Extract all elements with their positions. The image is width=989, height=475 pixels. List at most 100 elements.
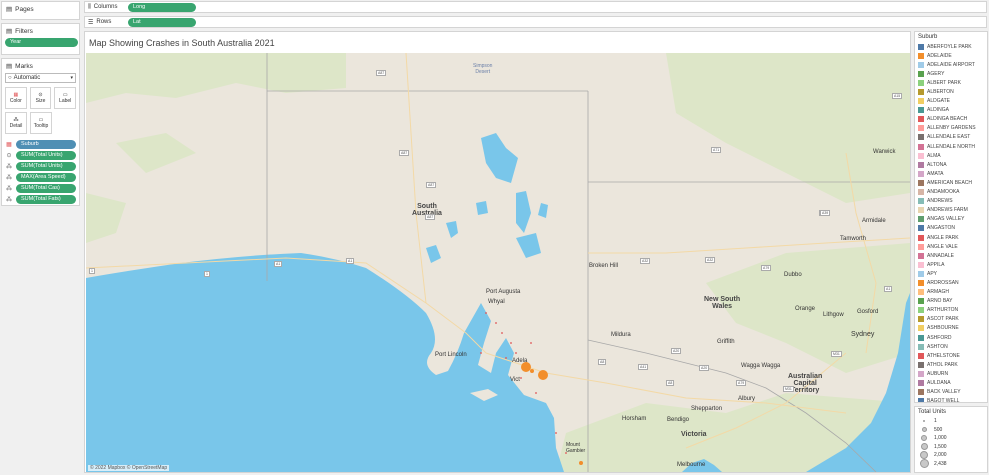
- size-legend-label: 2,438: [934, 460, 947, 467]
- legend-item-label: ARMAGH: [927, 289, 949, 296]
- color-legend-list: ABERFOYLE PARK ADELAIDE ADELAIDE AIRPORT AG…: [918, 42, 984, 402]
- label-simpson-desert: Simpson Desert: [473, 63, 493, 75]
- legend-item[interactable]: ALLENDALE EAST: [918, 133, 984, 142]
- field-pill-total-cas[interactable]: SUM(Total Cas): [16, 184, 76, 193]
- size-legend[interactable]: Total Units 1 500 1,000 1,500 2,000 2,438: [914, 406, 988, 473]
- legend-item[interactable]: ANGLE PARK: [918, 233, 984, 242]
- road-shield: A71: [711, 147, 722, 153]
- legend-item-label: ALLENDALE NORTH: [927, 143, 975, 150]
- legend-item[interactable]: APPILA: [918, 260, 984, 269]
- color-label: Color: [9, 98, 22, 104]
- label-new-south-wales: New South Wales: [704, 296, 741, 310]
- legend-item-label: ASHBOURNE: [927, 325, 959, 332]
- size-legend-title: Total Units: [918, 409, 947, 415]
- legend-item[interactable]: AMATA: [918, 169, 984, 178]
- rows-shelf[interactable]: ☰ Rows Lat: [84, 16, 987, 28]
- road-shield: M31: [831, 351, 842, 357]
- legend-swatch: [918, 161, 924, 168]
- crash-marks: [480, 312, 583, 465]
- columns-shelf[interactable]: ⫼ Columns Long: [84, 1, 987, 13]
- legend-item-label: BACK VALLEY: [927, 389, 961, 396]
- crash-mark-large: [538, 370, 548, 380]
- map[interactable]: Simpson Desert South Australia New South…: [86, 53, 910, 472]
- label-albury: Albury: [738, 396, 756, 402]
- legend-item[interactable]: ADELAIDE AIRPORT: [918, 60, 984, 69]
- field-pill-area-speed[interactable]: MAX(Area Speed): [16, 173, 76, 182]
- label-melbourne: Melbourne: [677, 462, 706, 468]
- legend-item[interactable]: ALLENDALE NORTH: [918, 142, 984, 151]
- legend-item[interactable]: ALLENBY GARDENS: [918, 124, 984, 133]
- marks-card: ▤ Marks ○ Automatic ▾ ▦ Color ⊙ Size ▭ Label…: [1, 58, 80, 206]
- road-shield: A1: [346, 258, 355, 264]
- legend-item[interactable]: ANGAS VALLEY: [918, 215, 984, 224]
- crash-mark: [520, 377, 522, 379]
- crash-mark: [510, 342, 512, 344]
- detail-button[interactable]: ⁂ Detail: [5, 112, 27, 134]
- color-button[interactable]: ▦ Color: [5, 87, 27, 109]
- legend-item[interactable]: ARTHURTON: [918, 306, 984, 315]
- label-wagga-wagga: Wagga Wagga: [741, 363, 781, 369]
- legend-item[interactable]: ALBERT PARK: [918, 78, 984, 87]
- legend-swatch: [918, 352, 924, 359]
- legend-item[interactable]: BACK VALLEY: [918, 388, 984, 397]
- legend-item[interactable]: APY: [918, 269, 984, 278]
- legend-item[interactable]: ATHELSTONE: [918, 351, 984, 360]
- size-legend-circle: [920, 443, 928, 451]
- columns-pill-long[interactable]: Long: [128, 2, 196, 12]
- label-bendigo: Bendigo: [667, 417, 690, 423]
- legend-item[interactable]: ARNO BAY: [918, 297, 984, 306]
- tooltip-label: Tooltip: [33, 123, 49, 129]
- marks-title: Marks: [15, 62, 33, 70]
- legend-item[interactable]: ARDROSSAN: [918, 278, 984, 287]
- legend-item[interactable]: ASHFORD: [918, 333, 984, 342]
- legend-item[interactable]: BAGOT WELL: [918, 397, 984, 402]
- road-shield: A1: [884, 286, 893, 292]
- field-pill-total-units-size[interactable]: SUM(Total Units): [16, 151, 76, 160]
- legend-item[interactable]: ATHOL PARK: [918, 360, 984, 369]
- legend-item[interactable]: ALMA: [918, 151, 984, 160]
- legend-item[interactable]: AUBURN: [918, 369, 984, 378]
- legend-item[interactable]: ALDGATE: [918, 97, 984, 106]
- legend-item[interactable]: ASHBOURNE: [918, 324, 984, 333]
- mark-type-dropdown[interactable]: ○ Automatic ▾: [5, 73, 76, 83]
- legend-item[interactable]: AMERICAN BEACH: [918, 178, 984, 187]
- legend-item[interactable]: ANDREWS FARM: [918, 206, 984, 215]
- filter-pill-year[interactable]: Year: [5, 38, 78, 47]
- road-shield: M31: [783, 386, 794, 392]
- field-pill-total-units[interactable]: SUM(Total Units): [16, 162, 76, 171]
- legend-item[interactable]: AGERY: [918, 69, 984, 78]
- legend-item[interactable]: ANDREWS: [918, 197, 984, 206]
- legend-item[interactable]: ALDINGA BEACH: [918, 115, 984, 124]
- mark-type-value: Automatic: [13, 75, 41, 81]
- legend-item-label: ANGLE VALE: [927, 243, 958, 250]
- legend-item[interactable]: ARMAGH: [918, 288, 984, 297]
- legend-item[interactable]: ANNADALE: [918, 251, 984, 260]
- label-mildura: Mildura: [611, 332, 631, 338]
- field-pill-suburb[interactable]: Suburb: [16, 140, 76, 149]
- road-shield: A15: [892, 93, 903, 99]
- legend-item[interactable]: AULDANA: [918, 378, 984, 387]
- field-pill-total-fats[interactable]: SUM(Total Fats): [16, 195, 76, 204]
- legend-swatch: [918, 234, 924, 241]
- color-legend[interactable]: Suburb ABERFOYLE PARK ADELAIDE ADELAIDE AI…: [914, 31, 988, 403]
- size-button[interactable]: ⊙ Size: [29, 87, 52, 109]
- rows-pill-lat[interactable]: Lat: [128, 17, 196, 27]
- tooltip-button[interactable]: ▭ Tooltip: [30, 112, 52, 134]
- legend-item[interactable]: ALBERTON: [918, 87, 984, 96]
- legend-item[interactable]: ANGLE VALE: [918, 242, 984, 251]
- legend-swatch: [918, 125, 924, 132]
- legend-item-label: ANDAMOOKA: [927, 189, 960, 196]
- tooltip-field-icon: ⁂: [6, 197, 12, 203]
- legend-item[interactable]: ALDINGA: [918, 106, 984, 115]
- legend-item[interactable]: ANGASTON: [918, 224, 984, 233]
- legend-item[interactable]: ASCOT PARK: [918, 315, 984, 324]
- legend-item[interactable]: ADELAIDE: [918, 51, 984, 60]
- label-button[interactable]: ▭ Label: [54, 87, 77, 109]
- legend-item-label: ASCOT PARK: [927, 316, 959, 323]
- legend-item[interactable]: ABERFOYLE PARK: [918, 42, 984, 51]
- crash-mark: [505, 357, 507, 359]
- road-shield: A87: [425, 214, 436, 220]
- legend-item[interactable]: ANDAMOOKA: [918, 188, 984, 197]
- legend-item[interactable]: ASHTON: [918, 342, 984, 351]
- legend-item[interactable]: ALTONA: [918, 160, 984, 169]
